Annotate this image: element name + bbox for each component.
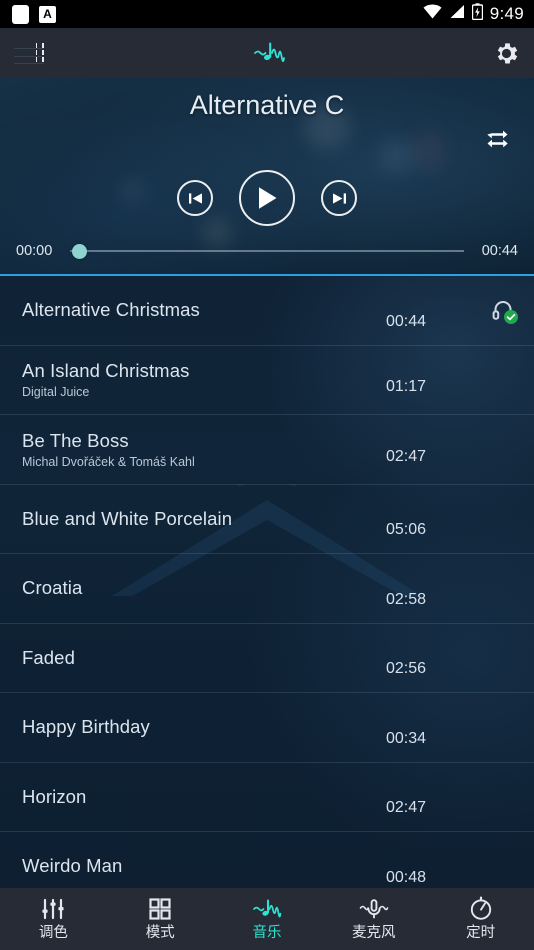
playlist-row-duration: 00:44 bbox=[386, 312, 427, 330]
seek-rail bbox=[70, 250, 464, 252]
status-bar-clock: 9:49 bbox=[489, 4, 524, 23]
playlist-row-title: Alternative Christmas bbox=[22, 299, 200, 321]
nav-item-label: 麦克风 bbox=[352, 925, 396, 942]
app-bar bbox=[0, 28, 534, 78]
playlist-row[interactable]: Happy Birthday 00:34 bbox=[0, 693, 534, 763]
nav-item-label: 音乐 bbox=[252, 925, 282, 942]
playlist-row-meta: Blue and White Porcelain bbox=[22, 508, 386, 530]
total-time: 00:44 bbox=[481, 243, 518, 259]
gear-icon[interactable] bbox=[493, 40, 520, 67]
player-panel: Alternative C 00:00 00:44 bbox=[0, 78, 534, 274]
transport-controls bbox=[0, 170, 534, 226]
playlist-row[interactable]: Alternative Christmas 00:44 bbox=[0, 276, 534, 346]
status-bar-right-icons: 9:49 bbox=[423, 3, 524, 25]
playlist-row-duration: 02:47 bbox=[386, 799, 427, 816]
download-complete-check-icon bbox=[504, 310, 518, 325]
music-player-screen: A 9:49 Alternative C 00:00 00:44 Alterna… bbox=[0, 0, 534, 950]
nav-item-timer[interactable]: 定时 bbox=[427, 888, 534, 950]
playlist-row-title: An Island Christmas bbox=[22, 360, 190, 382]
timer-icon bbox=[469, 896, 493, 921]
headphones-check-icon bbox=[490, 297, 518, 325]
seek-bar-area: 00:00 00:44 bbox=[0, 242, 534, 260]
playlist-row-duration: 02:58 bbox=[386, 590, 427, 608]
playlist-row-meta: Faded bbox=[22, 647, 386, 669]
grid-modes-icon bbox=[148, 897, 172, 921]
playlist-row-title: Weirdo Man bbox=[22, 855, 123, 877]
nav-item-grid-modes[interactable]: 模式 bbox=[107, 888, 214, 950]
elapsed-time: 00:00 bbox=[16, 243, 53, 259]
battery-charging-icon bbox=[471, 3, 483, 25]
status-bar-left-icons: A bbox=[12, 4, 56, 24]
music-wave-icon bbox=[252, 39, 286, 67]
playlist-row-title: Croatia bbox=[22, 577, 83, 599]
now-playing-title: Alternative C bbox=[189, 90, 345, 120]
nav-item-label: 定时 bbox=[466, 925, 496, 942]
playlist-row-meta: An Island Christmas Digital Juice bbox=[22, 360, 386, 399]
playlist-row-duration: 02:47 bbox=[386, 447, 427, 465]
playlist-row[interactable]: Weirdo Man 00:48 bbox=[0, 832, 534, 888]
playlist-row[interactable]: An Island Christmas Digital Juice 01:17 bbox=[0, 346, 534, 415]
playlist-row-meta: Be The Boss Michal Dvořáček & Tomáš Kahl bbox=[22, 430, 386, 469]
nav-item-label: 调色 bbox=[38, 925, 68, 942]
playlist[interactable]: Alternative Christmas 00:44 An Island Chri… bbox=[0, 274, 534, 888]
playlist-row-meta: Weirdo Man bbox=[22, 855, 386, 877]
playlist-row-duration: 01:17 bbox=[386, 378, 427, 395]
nav-item-equalizer[interactable]: 调色 bbox=[0, 888, 107, 950]
playlist-list-icon[interactable] bbox=[14, 42, 44, 64]
playlist-row-title: Blue and White Porcelain bbox=[22, 507, 233, 529]
playlist-row[interactable]: Blue and White Porcelain 05:06 bbox=[0, 485, 534, 554]
repeat-icon[interactable] bbox=[480, 122, 514, 156]
nav-item-music-wave[interactable]: 音乐 bbox=[214, 888, 321, 950]
skip-next-icon[interactable] bbox=[321, 180, 357, 216]
playlist-row-meta: Croatia bbox=[22, 577, 386, 599]
playlist-row[interactable]: Horizon 02:47 bbox=[0, 763, 534, 832]
playlist-row-title: Happy Birthday bbox=[22, 716, 150, 738]
playlist-row-title: Be The Boss bbox=[22, 429, 129, 451]
playlist-row-duration: 00:34 bbox=[386, 729, 427, 747]
microphone-icon bbox=[359, 897, 389, 921]
playlist-row-artist: Digital Juice bbox=[22, 385, 90, 400]
playlist-row-badge-slot bbox=[472, 297, 534, 325]
playlist-row-meta: Happy Birthday bbox=[22, 716, 386, 738]
blank-app-icon bbox=[12, 4, 29, 24]
playlist-row-duration: 02:56 bbox=[386, 660, 427, 677]
bottom-navigation[interactable]: 调色 模式 音乐 麦克风 定时 bbox=[0, 888, 534, 950]
playlist-row[interactable]: Faded 02:56 bbox=[0, 624, 534, 693]
playlist-row-duration: 05:06 bbox=[386, 521, 427, 538]
playlist-row-meta: Horizon bbox=[22, 786, 386, 808]
playlist-row[interactable]: Croatia 02:58 bbox=[0, 554, 534, 624]
playlist-row-title: Horizon bbox=[22, 785, 87, 807]
bokeh-decor bbox=[380, 138, 414, 172]
cellular-signal-icon bbox=[449, 4, 465, 24]
play-icon[interactable] bbox=[239, 170, 295, 226]
status-bar: A 9:49 bbox=[0, 0, 534, 28]
playlist-row[interactable]: Be The Boss Michal Dvořáček & Tomáš Kahl 0… bbox=[0, 415, 534, 485]
playlist-row-artist: Michal Dvořáček & Tomáš Kahl bbox=[22, 454, 195, 469]
wifi-icon bbox=[423, 4, 442, 24]
nav-item-microphone[interactable]: 麦克风 bbox=[320, 888, 427, 950]
seek-slider[interactable] bbox=[70, 242, 464, 260]
playlist-row-title: Faded bbox=[22, 646, 75, 668]
playlist-row-meta: Alternative Christmas bbox=[22, 299, 386, 321]
playlist-row-duration: 00:48 bbox=[386, 868, 427, 886]
equalizer-icon bbox=[40, 897, 66, 921]
music-wave-icon bbox=[252, 897, 282, 921]
seek-thumb[interactable] bbox=[72, 243, 87, 259]
skip-previous-icon[interactable] bbox=[177, 180, 213, 216]
bokeh-decor bbox=[414, 130, 444, 170]
keyboard-a-icon: A bbox=[39, 5, 56, 23]
nav-item-label: 模式 bbox=[145, 925, 175, 942]
